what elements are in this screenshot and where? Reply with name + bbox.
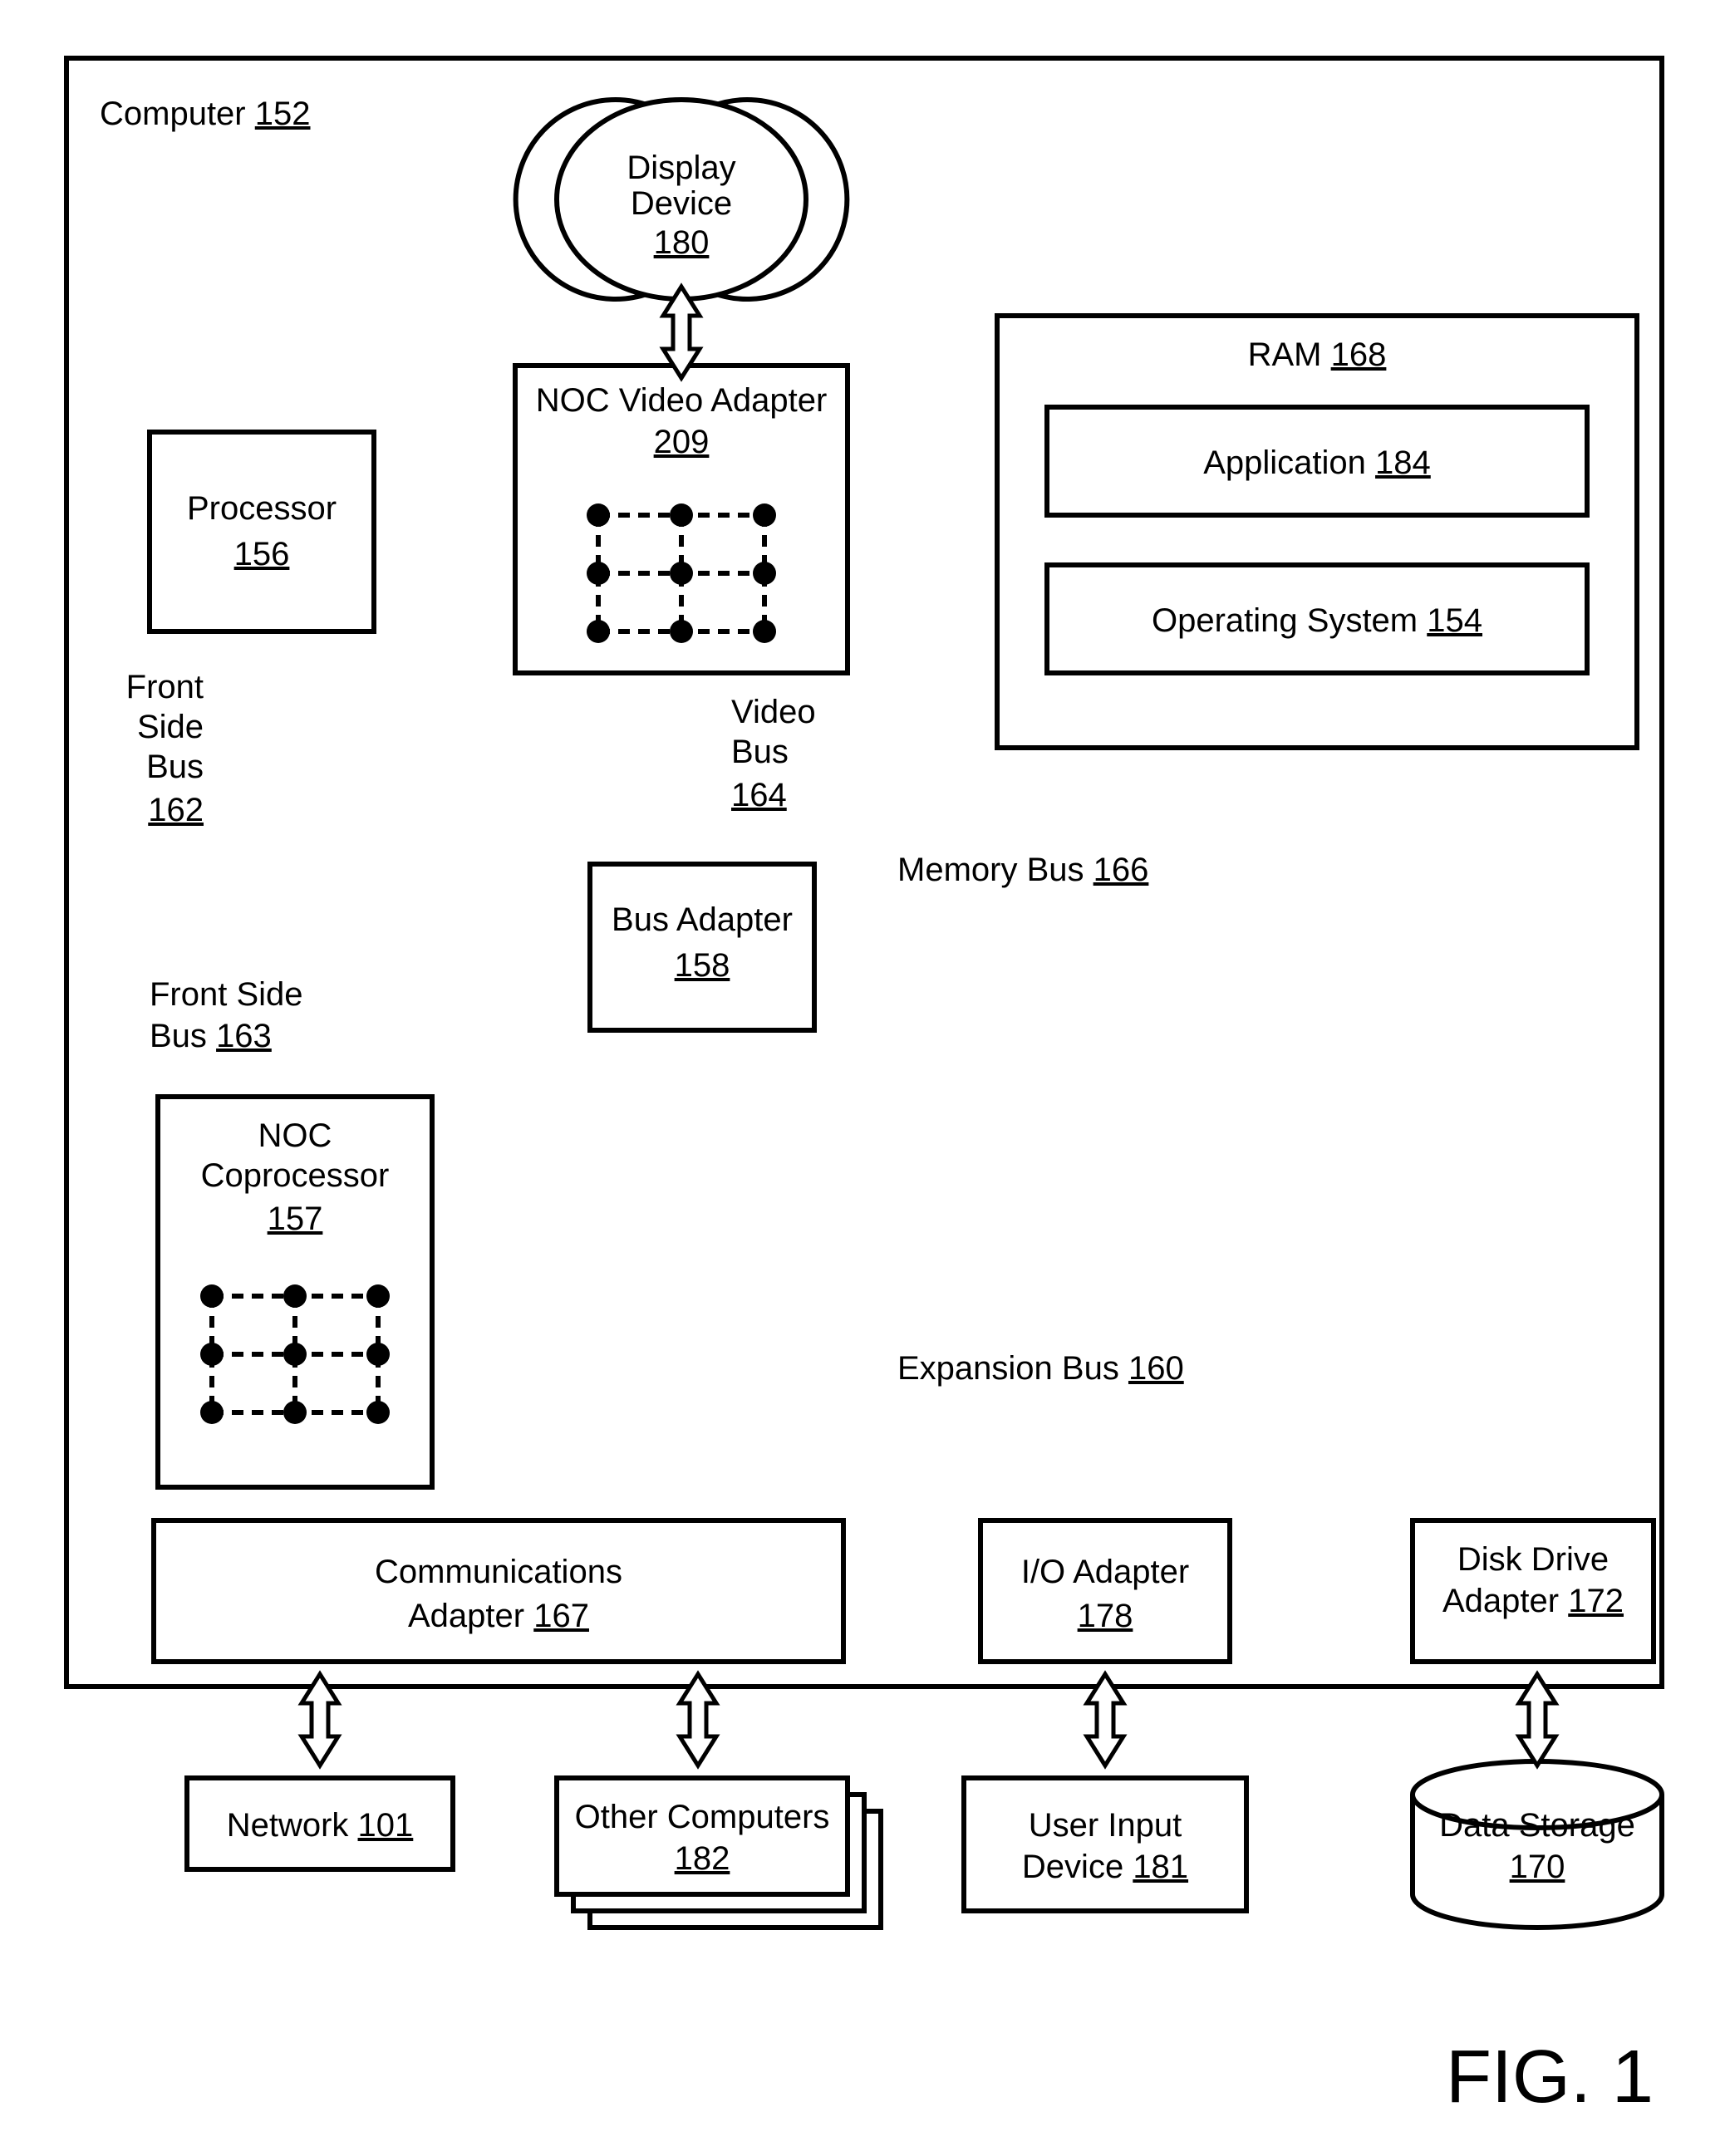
- vbus-l1: Video: [731, 694, 816, 730]
- application-ref: 184: [1375, 444, 1431, 481]
- fsb-ref: 162: [148, 792, 204, 828]
- display-ref: 180: [654, 224, 710, 261]
- other-computers: [557, 1778, 848, 1894]
- user-input-ref: 181: [1133, 1849, 1188, 1885]
- disk-adapter-ref: 172: [1568, 1583, 1624, 1619]
- noc-video-label: NOC Video Adapter: [536, 382, 828, 419]
- data-storage-ref: 170: [1510, 1849, 1565, 1885]
- fsb-l3: Bus: [146, 749, 204, 785]
- svg-text:Expansion Bus 160: Expansion Bus 160: [897, 1350, 1184, 1387]
- ram-box: [997, 316, 1637, 748]
- expbus-label: Expansion Bus: [897, 1350, 1119, 1387]
- processor-label: Processor: [187, 490, 337, 527]
- svg-text:Bus 163: Bus 163: [150, 1018, 272, 1054]
- other-comp-ref: 182: [675, 1840, 730, 1877]
- display-label-2: Device: [631, 185, 732, 222]
- vbus-l2: Bus: [731, 734, 789, 770]
- fsb-l2: Side: [137, 709, 204, 745]
- svg-text:Device 181: Device 181: [1022, 1849, 1188, 1885]
- membus-label: Memory Bus: [897, 852, 1084, 888]
- noc-coproc-l2: Coprocessor: [201, 1157, 390, 1194]
- user-input-device: [964, 1778, 1246, 1911]
- fsb2-ref: 163: [216, 1018, 272, 1054]
- svg-text:Adapter 167: Adapter 167: [408, 1598, 589, 1634]
- application-label: Application: [1203, 444, 1366, 481]
- computer-label: Computer: [100, 96, 246, 132]
- network-ref: 101: [358, 1807, 414, 1844]
- bus-adapter-label: Bus Adapter: [612, 901, 793, 938]
- network-label: Network: [227, 1807, 350, 1844]
- computer-ref: 152: [255, 96, 311, 132]
- disk-adapter-l2: Adapter: [1442, 1583, 1559, 1619]
- disk-adapter-l1: Disk Drive: [1457, 1541, 1609, 1578]
- other-comp-label: Other Computers: [575, 1799, 830, 1835]
- svg-text:Network 101: Network 101: [227, 1807, 414, 1844]
- svg-text:Operating System 154: Operating System 154: [1152, 602, 1482, 639]
- fsb-l1: Front: [126, 669, 204, 705]
- os-ref: 154: [1427, 602, 1482, 639]
- processor-ref: 156: [234, 536, 290, 572]
- ram-label: RAM: [1248, 336, 1322, 373]
- figure-label: FIG. 1: [1446, 2036, 1654, 2119]
- comm-adapter-l2: Adapter: [408, 1598, 524, 1634]
- user-input-l1: User Input: [1029, 1807, 1182, 1844]
- membus-ref: 166: [1093, 852, 1149, 888]
- io-adapter-ref: 178: [1078, 1598, 1133, 1634]
- noc-coproc-ref: 157: [268, 1201, 323, 1237]
- expbus-ref: 160: [1128, 1350, 1184, 1387]
- os-label: Operating System: [1152, 602, 1418, 639]
- comm-adapter-l1: Communications: [375, 1554, 622, 1590]
- data-storage: [1413, 1761, 1662, 1928]
- fsb2-l2: Bus: [150, 1018, 207, 1054]
- fsb2-l1: Front Side: [150, 976, 303, 1013]
- display-label-1: Display: [627, 150, 735, 186]
- noc-video-ref: 209: [654, 424, 710, 460]
- ram-ref: 168: [1331, 336, 1387, 373]
- user-input-l2: Device: [1022, 1849, 1123, 1885]
- svg-text:Memory Bus 166: Memory Bus 166: [897, 852, 1148, 888]
- comm-adapter-ref: 167: [533, 1598, 589, 1634]
- vbus-ref: 164: [731, 777, 787, 813]
- io-adapter-label: I/O Adapter: [1021, 1554, 1189, 1590]
- data-storage-label: Data Storage: [1439, 1807, 1635, 1844]
- svg-text:Computer 152: Computer 152: [100, 96, 311, 132]
- svg-text:RAM 168: RAM 168: [1248, 336, 1387, 373]
- io-adapter: [980, 1520, 1230, 1662]
- processor: [150, 432, 374, 631]
- svg-text:Adapter 172: Adapter 172: [1442, 1583, 1624, 1619]
- communications-adapter: [154, 1520, 843, 1662]
- noc-coproc-l1: NOC: [258, 1117, 332, 1154]
- bus-adapter-ref: 158: [675, 947, 730, 984]
- svg-text:Application 184: Application 184: [1203, 444, 1431, 481]
